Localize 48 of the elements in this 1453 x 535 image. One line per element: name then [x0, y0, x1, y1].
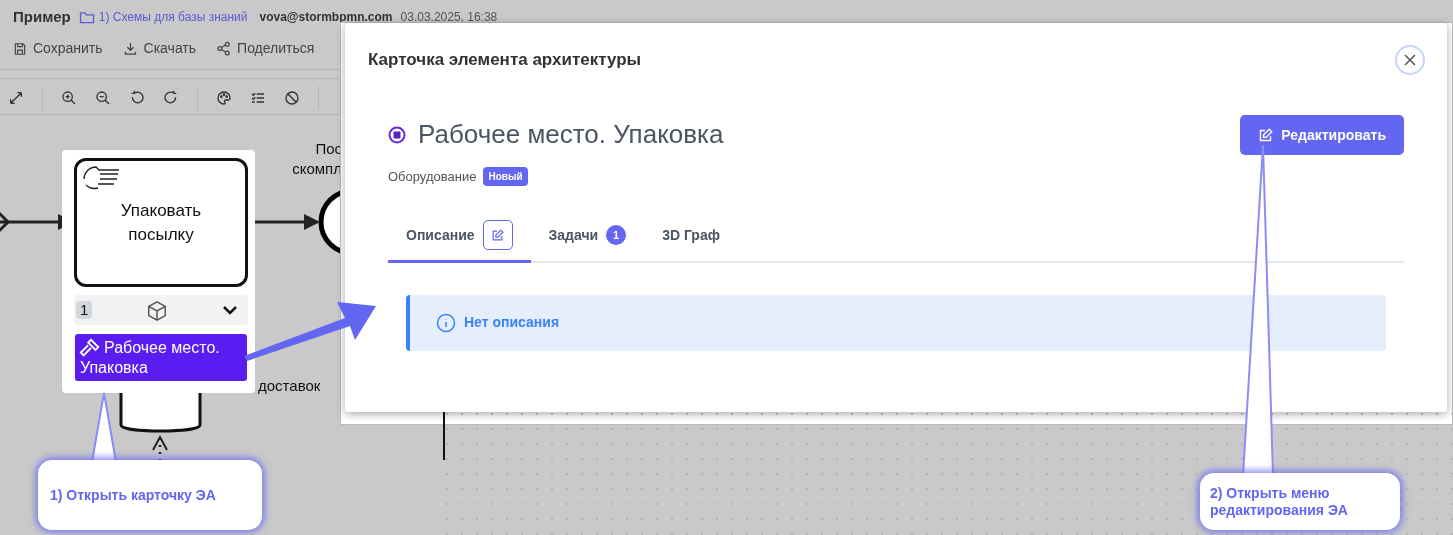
edit-icon	[1258, 127, 1274, 143]
count-badge: 1	[606, 225, 627, 245]
cube-icon	[146, 300, 168, 322]
association-arrow	[152, 434, 168, 462]
status-icon	[388, 125, 406, 144]
element-name: Рабочее место. Упаковка	[418, 118, 724, 151]
tab[interactable]: Задачи 1	[530, 210, 645, 263]
tab[interactable]: 3D Граф	[644, 210, 738, 263]
count-badge: 1	[76, 301, 93, 319]
save-icon	[13, 41, 27, 56]
task-label: Упаковать посылку	[119, 199, 203, 246]
diagram-title: Пример	[13, 7, 71, 27]
chevron-down-icon[interactable]	[222, 305, 238, 315]
task-box[interactable]: Упаковать посылку	[74, 158, 248, 287]
share-button[interactable]: Поделиться	[216, 38, 315, 59]
checklist-icon[interactable]	[250, 90, 266, 106]
fit-screen-icon[interactable]	[8, 90, 24, 106]
save-button[interactable]: Сохранить	[13, 38, 103, 59]
redo-icon[interactable]	[163, 90, 179, 106]
hammer-icon	[79, 337, 101, 359]
user-email: vova@stormbpmn.com	[259, 9, 393, 27]
zoom-in-icon[interactable]	[61, 90, 77, 106]
callout-note: 1) Открыть карточку ЭА	[38, 460, 262, 530]
edit-icon	[491, 228, 505, 242]
folder-icon	[78, 10, 95, 24]
alert-text: Нет описания	[464, 313, 560, 332]
tab[interactable]: Описание	[388, 210, 531, 263]
zoom-out-icon[interactable]	[95, 90, 111, 106]
callout-note: 2) Открыть меню редактирования ЭА	[1200, 473, 1400, 530]
architecture-element-tag[interactable]: Рабочее место. Упаковка	[75, 334, 247, 381]
download-icon	[122, 41, 138, 56]
date-text: 03.03.2025, 16:38	[400, 9, 498, 27]
connector-line	[443, 412, 445, 461]
edit-description-button[interactable]	[482, 220, 513, 250]
palette-icon[interactable]	[216, 90, 232, 106]
event-label: Пос	[314, 139, 342, 159]
share-icon	[216, 41, 232, 56]
close-button[interactable]	[1395, 45, 1425, 75]
edit-button[interactable]: Редактировать	[1240, 115, 1404, 155]
data-store-label: доставок	[258, 376, 321, 396]
status-badge: Новый	[483, 167, 528, 187]
info-icon	[436, 312, 456, 333]
close-icon	[1404, 54, 1416, 66]
block-icon[interactable]	[284, 90, 300, 106]
undo-icon[interactable]	[129, 90, 145, 106]
download-button[interactable]: Скачать	[122, 38, 197, 59]
element-type: Оборудование	[388, 168, 477, 186]
modal-title: Карточка элемента архитектуры	[368, 49, 642, 72]
